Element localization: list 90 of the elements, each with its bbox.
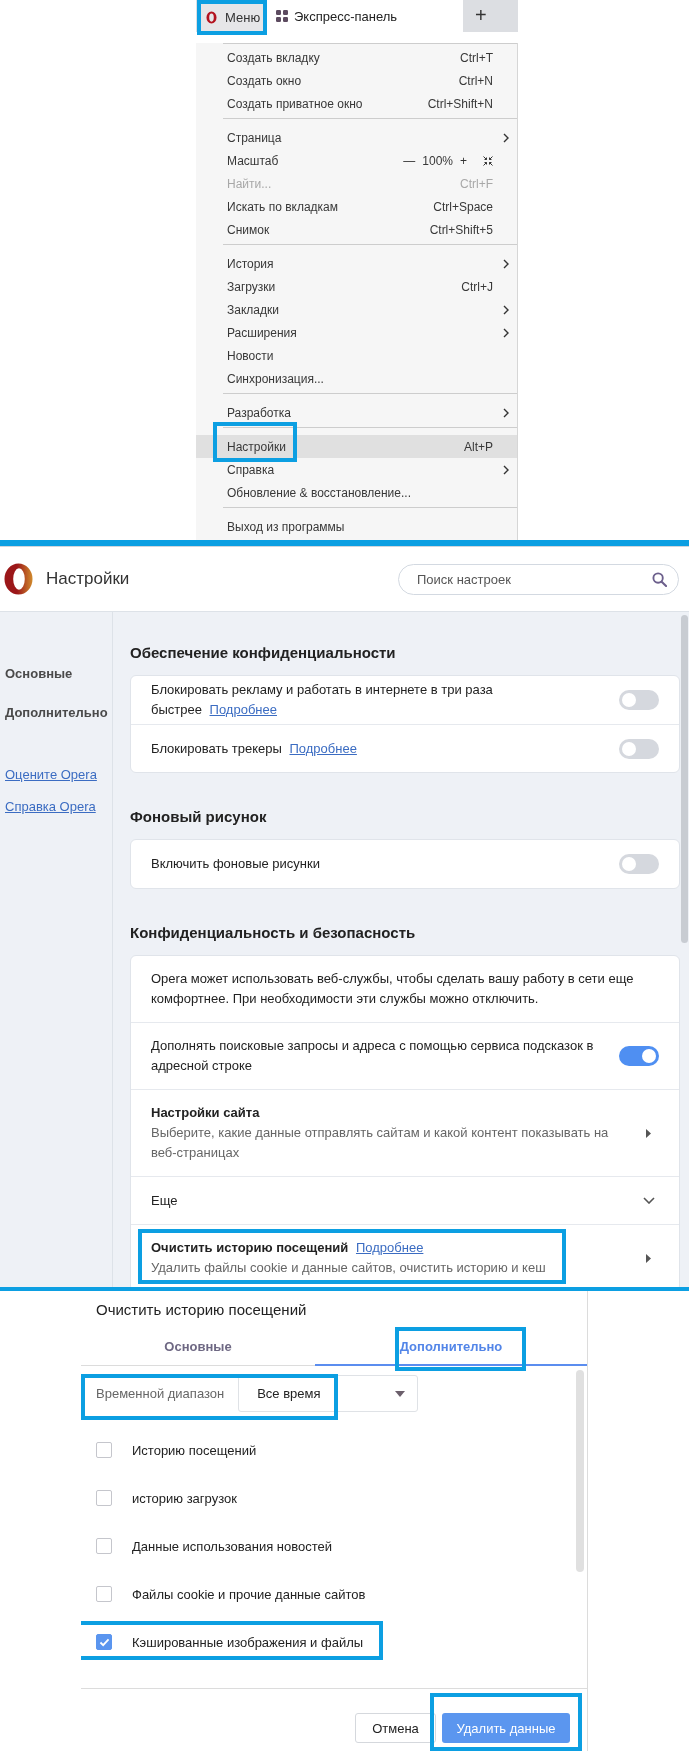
chevron-right-icon [503,132,509,143]
menu-item[interactable]: Искать по вкладкам Ctrl+Space [196,195,517,218]
setting-label: Еще [151,1191,179,1210]
shortcut-label: Alt+P [464,439,493,454]
setting-description: Opera может использовать веб-службы, чтобы сделать вашу работу в сети еще комфортнее. При необходимости эти службы можно отключить. [151,970,635,1008]
checkbox[interactable] [96,1490,112,1506]
setting-description: Удалить файлы cookie и данные сайтов, очистить историю и кеш [151,1259,546,1277]
shortcut-label: Ctrl+Space [433,199,493,214]
menu-item[interactable]: Закладки [196,298,517,321]
menu-item[interactable]: Обновление & восстановление... [196,481,517,504]
checkbox[interactable] [96,1442,112,1458]
caret-right-icon[interactable] [646,1128,651,1138]
setting-label: Блокировать трекеры Подробнее [151,739,358,758]
dialog-title: Очистить историю посещений [95,1300,307,1320]
setting-label: Блокировать рекламу и работать в интернете в три раза быстрее Подробнее [151,681,494,719]
menu-item[interactable]: Расширения [196,321,517,344]
setting-title: Настройки сайта [151,1105,260,1120]
logo-icon [206,11,217,24]
checkbox[interactable] [96,1634,112,1650]
checkbox[interactable] [96,1586,112,1602]
menu-item[interactable]: Создать приватное окно Ctrl+Shift+N [196,92,517,115]
time-range-select[interactable]: Все время [238,1375,419,1412]
chevron-right-icon [503,407,509,418]
caret-right-icon[interactable] [646,1253,651,1263]
menu-item[interactable]: Загрузки Ctrl+J [196,275,517,298]
setting-title: Очистить историю посещений [151,1240,349,1255]
sidebar-link[interactable]: Справка Opera [5,797,96,817]
sidebar-item[interactable]: Дополнительно [0,703,108,723]
fullscreen-icon[interactable] [483,155,493,166]
scrollbar-thumb[interactable] [681,615,688,943]
toggle-switch[interactable] [619,854,659,874]
menu-item[interactable]: Справка [196,458,517,481]
menu-item[interactable]: Снимок Ctrl+Shift+5 [196,218,517,241]
search-field[interactable]: Поиск настроек [398,563,679,595]
option-label: Историю посещений [132,1442,257,1458]
search-icon [652,571,667,587]
menu-button[interactable]: Меню [201,4,263,31]
section-title: Обеспечение конфиденциальности [130,643,397,663]
section-title: Фоновый рисунок [130,807,268,827]
logo-icon [4,563,33,595]
toggle-switch[interactable] [619,738,659,759]
option-label: Данные использования новостей [132,1538,332,1554]
zoom-out-button[interactable]: — [401,153,418,168]
setting-description: Выберите, какие данные отправлять сайтам и какой контент показывать на веб-страницах [151,1124,610,1162]
menu-item[interactable]: Создать вкладку Ctrl+T [196,46,517,69]
check-icon [98,1637,110,1647]
time-range-label: Временной диапазон [96,1386,225,1401]
more-link[interactable]: Подробнее [209,702,277,717]
shortcut-label: Ctrl+Shift+5 [429,222,493,237]
option-label: историю загрузок [132,1490,237,1506]
new-tab-button[interactable]: + [471,0,491,30]
shortcut-label: Ctrl+Shift+N [427,96,493,111]
more-link[interactable]: Подробнее [355,1240,424,1255]
menu-item[interactable]: Создать окно Ctrl+N [196,69,517,92]
menu-item[interactable]: Страница [196,126,517,149]
chevron-down-icon[interactable] [643,1197,655,1204]
page-title: Настройки [46,569,130,589]
toggle-switch[interactable] [619,1046,659,1066]
checkbox[interactable] [96,1538,112,1554]
shortcut-label: Ctrl+N [458,73,493,88]
menu-item[interactable]: Синхронизация... [196,367,517,390]
menu-item[interactable]: Разработка [196,401,517,424]
shortcut-label: Ctrl+T [460,50,493,65]
option-label: Кэшированные изображения и файлы [132,1634,364,1650]
cancel-button[interactable]: Отмена [355,1713,436,1743]
browser-tab[interactable]: Экспресс-панель [267,0,463,32]
menu-item[interactable]: Масштаб — 100% + [196,149,517,172]
menu-item[interactable]: История [196,252,517,275]
zoom-level: 100% [422,153,453,168]
menu-item[interactable]: Новости [196,344,517,367]
section-title: Конфиденциальность и безопасность [130,923,417,943]
caret-down-icon [395,1390,406,1397]
chevron-right-icon [503,258,509,269]
chevron-right-icon [503,464,509,475]
menu-item[interactable]: Настройки Alt+P [196,435,517,458]
sidebar-item[interactable]: Основные [0,664,73,684]
shortcut-label: Ctrl+F [460,176,493,191]
option-label: Файлы cookie и прочие данные сайтов [132,1586,366,1602]
chevron-right-icon [503,304,509,315]
more-link[interactable]: Подробнее [289,740,357,756]
toggle-switch[interactable] [619,690,659,710]
chevron-right-icon [503,327,509,338]
setting-label: Дополнять поисковые запросы и адреса с помощью сервиса подсказок в адресной строке [151,1037,595,1075]
menu-item[interactable]: Выход из программы [196,515,517,538]
grid-icon [276,10,288,22]
sidebar-link[interactable]: Оцените Opera [5,765,97,785]
scrollbar-thumb[interactable] [576,1370,584,1572]
setting-label: Включить фоновые рисунки [151,855,321,873]
shortcut-label: Ctrl+J [461,279,493,294]
zoom-in-button[interactable]: + [458,153,469,168]
